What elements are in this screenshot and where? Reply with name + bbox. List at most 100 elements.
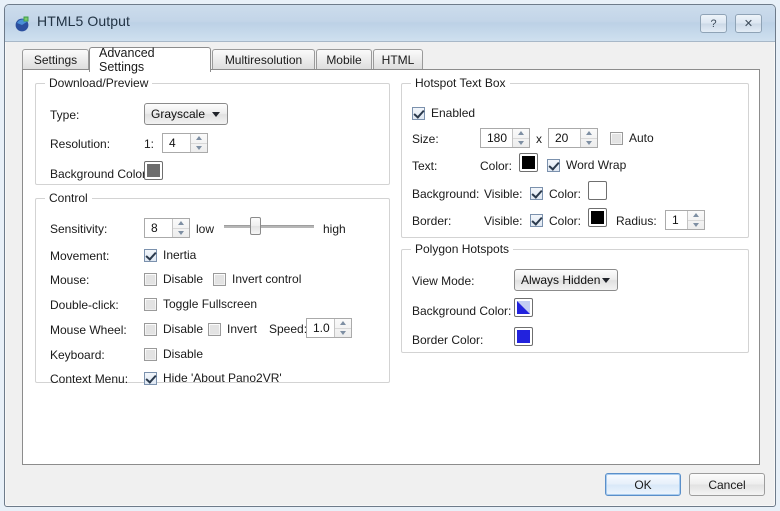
wheel-speed-value: 1.0 [313, 321, 330, 335]
polygon-border-color-fill [517, 330, 530, 343]
cancel-button[interactable]: Cancel [689, 473, 765, 496]
chevron-down-icon [212, 112, 220, 117]
sensitivity-value: 8 [151, 221, 158, 235]
group-control: Control Sensitivity: 8 low high Movement… [35, 191, 390, 386]
wheel-invert-checkbox[interactable] [208, 323, 221, 336]
hotspot-auto-checkbox[interactable] [610, 132, 623, 145]
double-click-label: Double-click: [50, 298, 119, 312]
spinner-down-icon[interactable] [513, 139, 529, 148]
hotspot-radius-label: Radius: [616, 214, 657, 228]
hotspot-width-spinner[interactable]: 180 [480, 128, 530, 148]
resolution-prefix: 1: [144, 137, 155, 151]
spinner-up-icon[interactable] [513, 129, 529, 139]
hotspot-text-color-fill [522, 156, 535, 169]
spinner-up-icon[interactable] [688, 211, 704, 221]
mouse-invert-control-checkbox[interactable] [213, 273, 226, 286]
type-label: Type: [50, 108, 80, 122]
polygon-border-color-swatch[interactable] [514, 327, 533, 346]
hotspot-text-label: Text: [412, 159, 438, 173]
sensitivity-slider-track [224, 225, 314, 228]
resolution-value: 4 [169, 136, 176, 150]
spinner-down-icon[interactable] [688, 221, 704, 230]
spinner-up-icon[interactable] [581, 129, 597, 139]
tab-mobile[interactable]: Mobile [316, 49, 372, 70]
spinner-down-icon[interactable] [191, 144, 207, 153]
resolution-spinner-buttons[interactable] [190, 134, 207, 152]
wheel-speed-spinner-buttons[interactable] [334, 319, 351, 337]
type-combo[interactable]: Grayscale [144, 103, 228, 125]
preview-background-color-fill [147, 164, 160, 177]
spinner-up-icon[interactable] [191, 134, 207, 144]
wheel-invert-label: Invert [227, 322, 258, 336]
hotspot-radius-spinner-buttons[interactable] [687, 211, 704, 229]
keyboard-disable-checkbox[interactable] [144, 348, 157, 361]
hotspot-border-label: Border: [412, 214, 452, 228]
title-bar: HTML5 Output ? ✕ [5, 5, 775, 42]
hotspot-text-color-swatch[interactable] [519, 153, 538, 172]
spinner-up-icon[interactable] [335, 319, 351, 329]
inertia-checkbox[interactable] [144, 249, 157, 262]
keyboard-label: Keyboard: [50, 348, 105, 362]
sensitivity-spinner[interactable]: 8 [144, 218, 190, 238]
polygon-background-color-label: Background Color: [412, 304, 512, 318]
tab-settings[interactable]: Settings [22, 49, 89, 70]
hotspot-enabled-checkbox[interactable] [412, 107, 425, 120]
sensitivity-slider-thumb[interactable] [250, 217, 261, 235]
dialog-window: HTML5 Output ? ✕ Settings Advanced Setti… [4, 4, 776, 507]
wheel-disable-checkbox[interactable] [144, 323, 157, 336]
group-control-legend: Control [45, 191, 92, 205]
sensitivity-high-label: high [323, 222, 346, 236]
hotspot-radius-spinner[interactable]: 1 [665, 210, 705, 230]
hotspot-border-color-label: Color: [549, 214, 582, 228]
group-polygon-hotspots-legend: Polygon Hotspots [411, 242, 514, 256]
pano2vr-logo-icon [15, 16, 29, 32]
resolution-label: Resolution: [50, 137, 111, 151]
resolution-spinner[interactable]: 4 [162, 133, 208, 153]
tab-page-advanced-settings: Download/Preview Type: Grayscale Resolut… [22, 69, 760, 465]
close-button[interactable]: ✕ [735, 14, 762, 33]
wheel-speed-spinner[interactable]: 1.0 [306, 318, 352, 338]
sensitivity-spinner-buttons[interactable] [172, 219, 189, 237]
spinner-down-icon[interactable] [581, 139, 597, 148]
wheel-disable-label: Disable [163, 322, 204, 336]
mouse-disable-label: Disable [163, 272, 204, 286]
hide-about-pano2vr-checkbox[interactable] [144, 372, 157, 385]
preview-background-color-swatch[interactable] [144, 161, 163, 180]
tab-multiresolution[interactable]: Multiresolution [212, 49, 315, 70]
help-button[interactable]: ? [700, 14, 727, 33]
tab-html[interactable]: HTML [373, 49, 423, 70]
hotspot-enabled-label: Enabled [431, 106, 476, 120]
spinner-up-icon[interactable] [173, 219, 189, 229]
spinner-down-icon[interactable] [335, 329, 351, 338]
tab-advanced-settings[interactable]: Advanced Settings [89, 46, 211, 74]
hotspot-radius-value: 1 [672, 213, 679, 227]
movement-label: Movement: [50, 249, 110, 263]
keyboard-disable-label: Disable [163, 347, 204, 361]
hotspot-width-spinner-buttons[interactable] [512, 129, 529, 147]
sensitivity-low-label: low [196, 222, 215, 236]
hotspot-height-spinner[interactable]: 20 [548, 128, 598, 148]
polygon-border-color-label: Border Color: [412, 333, 484, 347]
sensitivity-slider[interactable] [224, 217, 314, 235]
ok-button[interactable]: OK [605, 473, 681, 496]
polygon-background-color-fill [517, 301, 530, 314]
hotspot-background-color-swatch[interactable] [588, 181, 607, 200]
mouse-disable-checkbox[interactable] [144, 273, 157, 286]
polygon-view-mode-combo[interactable]: Always Hidden [514, 269, 618, 291]
word-wrap-checkbox[interactable] [547, 159, 560, 172]
type-combo-value: Grayscale [151, 107, 206, 121]
hotspot-border-color-swatch[interactable] [588, 208, 607, 227]
sensitivity-label: Sensitivity: [50, 222, 108, 236]
hotspot-height-spinner-buttons[interactable] [580, 129, 597, 147]
toggle-fullscreen-checkbox[interactable] [144, 298, 157, 311]
preview-background-color-label: Background Color: [50, 167, 150, 181]
screen: HTML5 Output ? ✕ Settings Advanced Setti… [0, 0, 780, 511]
hotspot-border-visible-checkbox[interactable] [530, 214, 543, 227]
polygon-view-mode-label: View Mode: [412, 274, 475, 288]
polygon-background-color-swatch[interactable] [514, 298, 533, 317]
hotspot-background-visible-checkbox[interactable] [530, 187, 543, 200]
group-hotspot-text-box: Hotspot Text Box Enabled Size: 180 x 20 [401, 76, 749, 238]
spinner-down-icon[interactable] [173, 229, 189, 238]
mouse-wheel-label: Mouse Wheel: [50, 323, 127, 337]
hotspot-size-label: Size: [412, 132, 439, 146]
